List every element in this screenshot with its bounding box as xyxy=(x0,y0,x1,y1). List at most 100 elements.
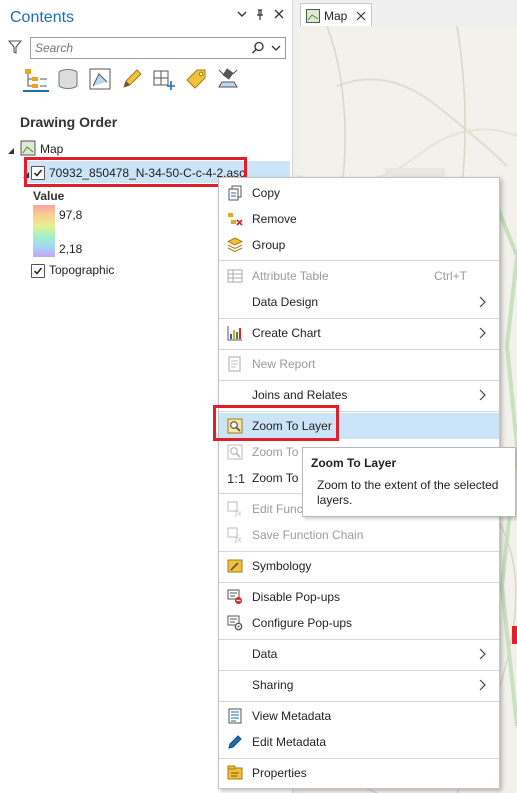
menu-separator xyxy=(219,551,499,552)
menu-label: Properties xyxy=(252,766,307,780)
chevron-right-icon xyxy=(478,389,488,401)
menu-shortcut: Ctrl+T xyxy=(434,269,467,283)
menu-label: View Metadata xyxy=(252,709,332,723)
menu-separator xyxy=(219,639,499,640)
chevron-right-icon xyxy=(478,296,488,308)
menu-item-new-report[interactable]: New Report xyxy=(219,351,499,377)
properties-icon xyxy=(227,765,243,781)
menu-item-sharing[interactable]: Sharing xyxy=(219,672,499,698)
menu-label: Copy xyxy=(252,186,281,200)
menu-label: Symbology xyxy=(252,559,312,573)
close-pane-icon[interactable] xyxy=(272,9,286,23)
menu-separator xyxy=(219,349,499,350)
search-dropdown-icon[interactable] xyxy=(271,42,283,54)
menu-label: Disable Pop-ups xyxy=(252,590,341,604)
menu-separator xyxy=(219,318,499,319)
menu-label: Edit Func xyxy=(252,502,303,516)
menu-label: New Report xyxy=(252,357,316,371)
contents-title: Contents xyxy=(10,9,75,26)
search-icon[interactable] xyxy=(251,41,265,55)
menu-item-attribute-table[interactable]: Attribute Table Ctrl+T xyxy=(219,263,499,289)
menu-item-data-design[interactable]: Data Design xyxy=(219,289,499,315)
menu-item-configure-popups[interactable]: Configure Pop-ups xyxy=(219,610,499,636)
menu-separator xyxy=(219,670,499,671)
zoom-to-layer-tooltip: Zoom To Layer Zoom to the extent of the … xyxy=(302,447,516,517)
legend-color-ramp xyxy=(33,205,55,257)
zoom-visible-icon xyxy=(227,444,243,460)
menu-item-copy[interactable]: Copy xyxy=(219,180,499,206)
list-by-snapping-icon[interactable] xyxy=(151,66,177,92)
menu-label: Save Function Chain xyxy=(252,528,364,542)
list-by-perspective-imagery-icon[interactable] xyxy=(215,66,241,92)
menu-item-disable-popups[interactable]: Disable Pop-ups xyxy=(219,584,499,610)
map-collapse-icon[interactable] xyxy=(7,144,15,154)
zoom-to-layer-highlight-box xyxy=(213,405,339,441)
menu-item-data[interactable]: Data xyxy=(219,641,499,667)
map-icon xyxy=(20,140,36,156)
topographic-visibility-checkbox[interactable] xyxy=(31,264,45,278)
topographic-label[interactable]: Topographic xyxy=(49,263,114,277)
view-metadata-icon xyxy=(227,708,243,724)
svg-text:fx: fx xyxy=(235,534,242,543)
pane-options-dropdown-icon[interactable] xyxy=(235,9,249,23)
legend-min-value: 2,18 xyxy=(59,242,83,256)
filter-icon[interactable] xyxy=(7,40,23,54)
tooltip-body: Zoom to the extent of the selected layer… xyxy=(317,478,499,507)
menu-label: Data Design xyxy=(252,295,319,309)
menu-item-symbology[interactable]: Symbology xyxy=(219,553,499,579)
tooltip-title: Zoom To Layer xyxy=(311,456,397,470)
report-icon xyxy=(227,356,243,372)
edit-function-icon: fx xyxy=(227,501,243,518)
list-by-data-source-icon[interactable] xyxy=(55,66,81,92)
menu-separator xyxy=(219,260,499,261)
menu-label: Joins and Relates xyxy=(252,388,348,402)
menu-label: Data xyxy=(252,647,278,661)
menu-label: Zoom To xyxy=(252,445,299,459)
menu-item-save-function-chain[interactable]: fx Save Function Chain xyxy=(219,522,499,548)
menu-separator xyxy=(219,701,499,702)
menu-separator xyxy=(219,582,499,583)
menu-label: Attribute Table xyxy=(252,269,329,283)
zoom-source-icon: 1:1 xyxy=(227,470,245,486)
list-by-drawing-order-icon[interactable] xyxy=(23,66,49,92)
map-item-label[interactable]: Map xyxy=(40,142,63,156)
chevron-right-icon xyxy=(478,679,488,691)
pin-icon[interactable] xyxy=(253,9,267,23)
svg-text:fx: fx xyxy=(235,508,242,517)
list-by-editing-icon[interactable] xyxy=(87,66,113,92)
menu-item-edit-metadata[interactable]: Edit Metadata xyxy=(219,729,499,755)
menu-label: Zoom To xyxy=(252,471,299,485)
remove-icon xyxy=(227,211,243,227)
menu-separator xyxy=(219,758,499,759)
menu-label: Group xyxy=(252,238,286,252)
menu-label: Remove xyxy=(252,212,297,226)
chart-icon xyxy=(227,325,243,341)
symbology-icon xyxy=(227,558,243,574)
save-function-icon: fx xyxy=(227,527,243,544)
search-input[interactable] xyxy=(35,40,240,55)
menu-item-create-chart[interactable]: Create Chart xyxy=(219,320,499,346)
legend-heading: Value xyxy=(33,189,65,203)
menu-item-group[interactable]: Group xyxy=(219,232,499,258)
menu-item-properties[interactable]: Properties xyxy=(219,760,499,786)
map-tab-close-icon[interactable] xyxy=(356,10,366,21)
list-by-labeling-icon[interactable] xyxy=(183,66,209,92)
chevron-right-icon xyxy=(478,327,488,339)
group-icon xyxy=(226,237,244,253)
menu-item-remove[interactable]: Remove xyxy=(219,206,499,232)
pencil-icon[interactable] xyxy=(119,66,145,92)
copy-icon xyxy=(227,185,243,201)
search-box[interactable] xyxy=(30,37,286,59)
disable-popups-icon xyxy=(227,589,243,605)
menu-label: Sharing xyxy=(252,678,294,692)
menu-item-view-metadata[interactable]: View Metadata xyxy=(219,703,499,729)
drawing-order-heading: Drawing Order xyxy=(20,114,118,130)
layer-highlight-box xyxy=(24,157,247,187)
svg-text:1:1: 1:1 xyxy=(227,471,245,486)
menu-label: Edit Metadata xyxy=(252,735,327,749)
map-tab[interactable]: Map xyxy=(300,3,372,27)
menu-label: Create Chart xyxy=(252,326,321,340)
menu-separator xyxy=(219,380,499,381)
map-tab-label: Map xyxy=(324,9,348,23)
legend-max-value: 97,8 xyxy=(59,208,83,222)
